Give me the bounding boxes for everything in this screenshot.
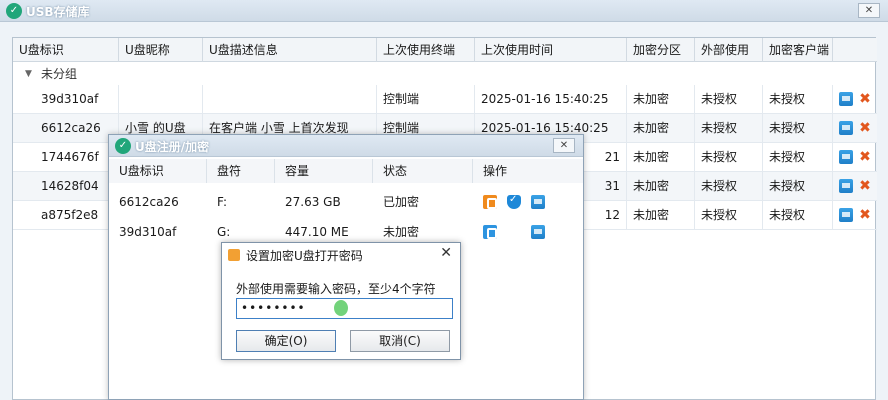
register-title-bar: ✓ U盘注册/加密 ✕ <box>109 135 583 157</box>
reg-col-size[interactable]: 容量 <box>275 159 373 183</box>
cell-client: 未授权 <box>763 172 833 201</box>
cell-ext: 未授权 <box>695 85 763 114</box>
delete-icon[interactable]: ✖ <box>858 208 872 222</box>
key-icon <box>228 249 240 261</box>
reg-col-action[interactable]: 操作 <box>473 159 583 183</box>
mouse-cursor <box>334 300 348 316</box>
cell-nick <box>119 85 203 114</box>
main-title: USB存储库 <box>26 5 90 19</box>
delete-icon[interactable]: ✖ <box>858 92 872 106</box>
cell-id: 14628f04 <box>13 172 119 201</box>
col-header-time[interactable]: 上次使用时间 <box>475 38 627 62</box>
cell-id: a875f2e8 <box>13 201 119 230</box>
edit-card-icon[interactable] <box>839 179 853 193</box>
cell-id: 1744676f <box>13 143 119 172</box>
col-header-id[interactable]: U盘标识 <box>13 38 119 62</box>
edit-card-icon[interactable] <box>531 225 545 239</box>
password-prompt: 外部使用需要输入密码，至少4个字符 <box>236 282 436 296</box>
col-header-enc[interactable]: 加密分区 <box>627 38 695 62</box>
edit-card-icon[interactable] <box>839 208 853 222</box>
cell-id: 6612ca26 <box>13 114 119 143</box>
cell-enc: 未加密 <box>627 85 695 114</box>
reg-cell-drive: F: <box>217 195 228 209</box>
cell-client: 未授权 <box>763 201 833 230</box>
reg-cell-id: 6612ca26 <box>119 195 179 209</box>
lock-icon[interactable] <box>483 225 497 239</box>
cell-terminal: 控制端 <box>377 85 475 114</box>
close-icon[interactable]: ✕ <box>440 245 452 261</box>
reg-cell-status: 已加密 <box>383 195 420 209</box>
cell-ext: 未授权 <box>695 201 763 230</box>
cell-time: 2025-01-16 15:40:25 <box>475 85 627 114</box>
edit-card-icon[interactable] <box>839 92 853 106</box>
delete-icon[interactable]: ✖ <box>858 150 872 164</box>
reg-col-id[interactable]: U盘标识 <box>109 159 207 183</box>
cell-ext: 未授权 <box>695 143 763 172</box>
col-header-terminal[interactable]: 上次使用终端 <box>377 38 475 62</box>
group-label: 未分组 <box>41 67 78 81</box>
close-icon[interactable]: ✕ <box>858 3 880 18</box>
cell-client: 未授权 <box>763 143 833 172</box>
register-row[interactable]: 6612ca26 F: 27.63 GB 已加密 <box>109 187 583 217</box>
cell-enc: 未加密 <box>627 201 695 230</box>
close-icon[interactable]: ✕ <box>553 138 575 153</box>
cell-enc: 未加密 <box>627 172 695 201</box>
cell-client: 未授权 <box>763 85 833 114</box>
table-header: U盘标识 U盘昵称 U盘描述信息 上次使用终端 上次使用时间 加密分区 外部使用… <box>13 38 877 62</box>
col-header-desc[interactable]: U盘描述信息 <box>203 38 377 62</box>
register-title: U盘注册/加密 <box>135 140 210 154</box>
reg-cell-size: 27.63 GB <box>285 195 341 209</box>
col-header-client[interactable]: 加密客户端 <box>763 38 833 62</box>
delete-icon[interactable]: ✖ <box>858 179 872 193</box>
col-header-nick[interactable]: U盘昵称 <box>119 38 203 62</box>
reg-cell-id: 39d310af <box>119 225 177 239</box>
ok-button[interactable]: 确定(O) <box>236 330 336 352</box>
edit-card-icon[interactable] <box>839 150 853 164</box>
collapse-arrow-icon[interactable]: ▼ <box>25 63 32 85</box>
cell-desc <box>203 85 377 114</box>
password-dialog: 设置加密U盘打开密码 ✕ 外部使用需要输入密码，至少4个字符 •••••••• … <box>221 242 461 360</box>
password-title: 设置加密U盘打开密码 <box>246 249 363 263</box>
cell-ext: 未授权 <box>695 172 763 201</box>
main-title-bar: ✓ USB存储库 ✕ <box>0 0 888 22</box>
reg-col-drive[interactable]: 盘符 <box>207 159 275 183</box>
cancel-button[interactable]: 取消(C) <box>350 330 450 352</box>
app-icon: ✓ <box>115 138 131 154</box>
cell-client: 未授权 <box>763 114 833 143</box>
cell-ext: 未授权 <box>695 114 763 143</box>
shield-icon[interactable] <box>507 194 521 209</box>
cell-enc: 未加密 <box>627 114 695 143</box>
unlock-icon[interactable] <box>483 195 497 209</box>
delete-icon[interactable]: ✖ <box>858 121 872 135</box>
col-header-ext[interactable]: 外部使用 <box>695 38 763 62</box>
app-icon: ✓ <box>6 3 22 19</box>
reg-col-status[interactable]: 状态 <box>373 159 473 183</box>
table-row[interactable]: 39d310af 控制端 2025-01-16 15:40:25 未加密 未授权… <box>13 85 877 114</box>
edit-card-icon[interactable] <box>839 121 853 135</box>
group-row[interactable]: ▼ 未分组 <box>13 63 877 85</box>
cell-enc: 未加密 <box>627 143 695 172</box>
cell-id: 39d310af <box>13 85 119 114</box>
edit-card-icon[interactable] <box>531 195 545 209</box>
